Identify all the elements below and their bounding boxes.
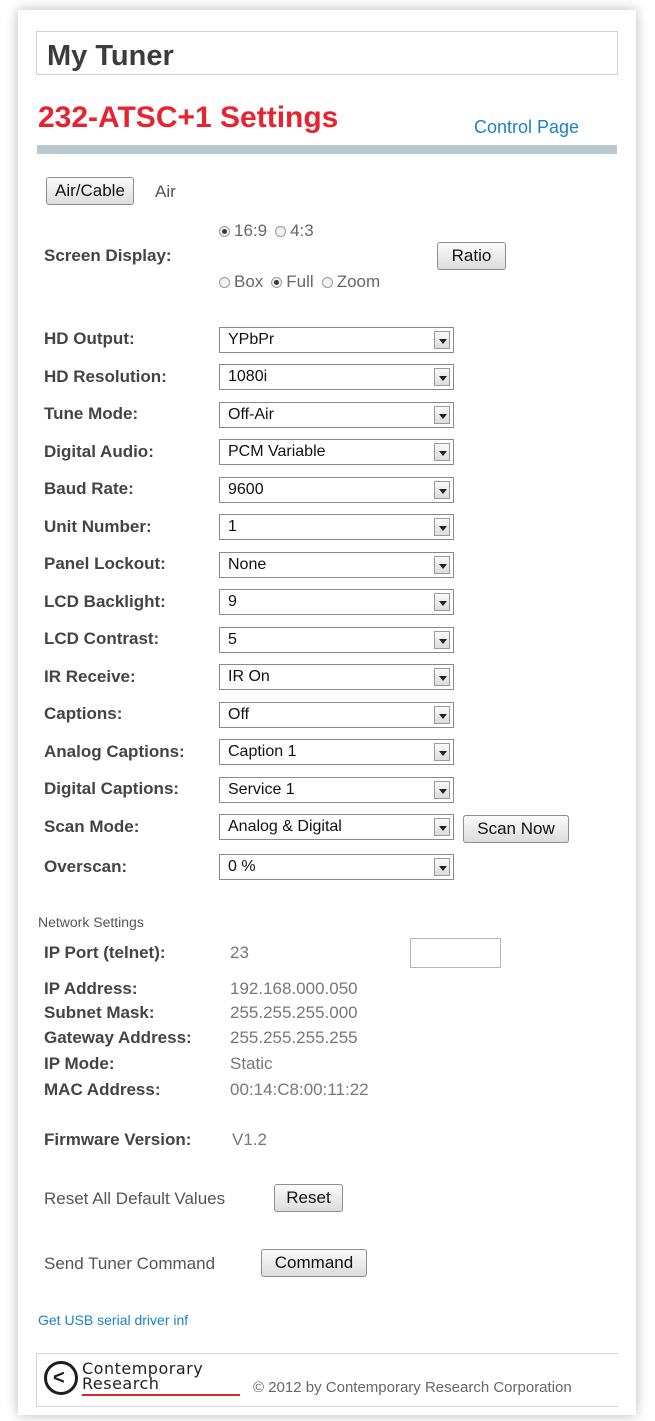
hd-resolution-select[interactable]: 1080i [219,364,454,390]
panel-lockout-select[interactable]: None [219,552,454,578]
dropdown-arrow-icon [434,818,450,836]
logo-underline [82,1394,240,1396]
contemporary-research-logo: < Contemporary Research [44,1359,244,1401]
tune-mode-select[interactable]: Off-Air [219,402,454,428]
copyright-text: © 2012 by Contemporary Research Corporat… [253,1379,572,1396]
reset-text: Reset All Default Values [44,1189,226,1208]
control-page-link[interactable]: Control Page [474,117,579,138]
radio-unselected-icon [321,276,333,288]
aspect-radio-group: 16:9 4:3 [219,221,322,241]
baud-rate-select[interactable]: 9600 [219,477,454,503]
gateway-address-value: 255.255.255.255 [230,1028,358,1047]
hd-output-select[interactable]: YPbPr [219,327,454,353]
dropdown-arrow-icon [434,331,450,349]
lcd-contrast-select[interactable]: 5 [219,627,454,653]
setting-label: Digital Audio: [44,442,154,461]
ip-address-value: 192.168.000.050 [230,979,358,998]
display-mode-radio-group: Box Full Zoom [219,272,388,292]
setting-label: LCD Contrast: [44,629,160,648]
network-settings-title: Network Settings [38,914,144,930]
page-heading: 232-ATSC+1 Settings [38,101,339,134]
subnet-mask-label: Subnet Mask: [44,1003,155,1022]
overscan-select[interactable]: 0 % [219,854,454,880]
ir-receive-select[interactable]: IR On [219,664,454,690]
gateway-address-label: Gateway Address: [44,1028,192,1047]
dropdown-arrow-icon [434,743,450,761]
ip-mode-value: Static [230,1054,273,1073]
setting-label: Panel Lockout: [44,554,166,573]
setting-label: IR Receive: [44,667,136,686]
dropdown-arrow-icon [434,781,450,799]
radio-unselected-icon [219,276,230,288]
dropdown-arrow-icon [434,518,450,536]
ratio-button[interactable]: Ratio [437,242,506,270]
command-button[interactable]: Command [261,1249,367,1277]
reset-button[interactable]: Reset [274,1184,343,1212]
lcd-backlight-select[interactable]: 9 [219,589,454,615]
aspect-4-3-radio[interactable]: 4:3 [275,221,314,241]
setting-label: Analog Captions: [44,742,185,761]
screen-display-label: Screen Display: [44,246,172,265]
setting-label: Baud Rate: [44,479,134,498]
setting-label: Digital Captions: [44,779,180,798]
unit-number-select[interactable]: 1 [219,514,454,540]
aspect-16-9-radio[interactable]: 16:9 [219,221,267,241]
radio-selected-icon [271,276,283,288]
dropdown-arrow-icon [434,443,450,461]
air-cable-button[interactable]: Air/Cable [46,177,134,205]
mac-address-label: MAC Address: [44,1080,161,1099]
firmware-label: Firmware Version: [44,1130,192,1149]
setting-label: Tune Mode: [44,404,139,423]
ip-address-label: IP Address: [44,979,138,998]
mode-full-radio[interactable]: Full [271,272,314,292]
ip-port-label: IP Port (telnet): [44,943,166,962]
setting-label: Scan Mode: [44,817,140,836]
command-text: Send Tuner Command [44,1254,216,1273]
dropdown-arrow-icon [434,858,450,876]
setting-label: Captions: [44,704,123,723]
ip-port-input[interactable] [410,938,501,968]
dropdown-arrow-icon [434,556,450,574]
usb-driver-link[interactable]: Get USB serial driver inf [38,1312,188,1328]
air-cable-value: Air [155,182,176,201]
dropdown-arrow-icon [434,406,450,424]
heading-divider [37,145,617,154]
dropdown-arrow-icon [434,481,450,499]
dropdown-arrow-icon [434,706,450,724]
app-title: My Tuner [47,40,174,72]
setting-label: LCD Backlight: [44,592,166,611]
logo-emblem-icon: < [44,1361,78,1395]
dropdown-arrow-icon [434,593,450,611]
ip-mode-label: IP Mode: [44,1054,115,1073]
digital-captions-select[interactable]: Service 1 [219,777,454,803]
analog-captions-select[interactable]: Caption 1 [219,739,454,765]
setting-label: HD Output: [44,329,135,348]
dropdown-arrow-icon [434,368,450,386]
setting-label: Overscan: [44,857,128,876]
scan-now-button[interactable]: Scan Now [463,815,569,843]
scan-mode-select[interactable]: Analog & Digital [219,814,454,840]
ip-port-value: 23 [230,943,249,962]
digital-audio-select[interactable]: PCM Variable [219,439,454,465]
dropdown-arrow-icon [434,631,450,649]
mac-address-value: 00:14:C8:00:11:22 [230,1080,369,1099]
dropdown-arrow-icon [434,668,450,686]
mode-box-radio[interactable]: Box [219,272,263,292]
subnet-mask-value: 255.255.255.000 [230,1003,358,1022]
radio-unselected-icon [275,225,287,237]
logo-line2: Research [82,1374,160,1393]
firmware-value: V1.2 [232,1130,267,1149]
setting-label: Unit Number: [44,517,152,536]
mode-zoom-radio[interactable]: Zoom [321,272,380,292]
setting-label: HD Resolution: [44,367,167,386]
radio-selected-icon [219,225,230,237]
captions-select[interactable]: Off [219,702,454,728]
app-title-box: My Tuner [36,31,618,75]
